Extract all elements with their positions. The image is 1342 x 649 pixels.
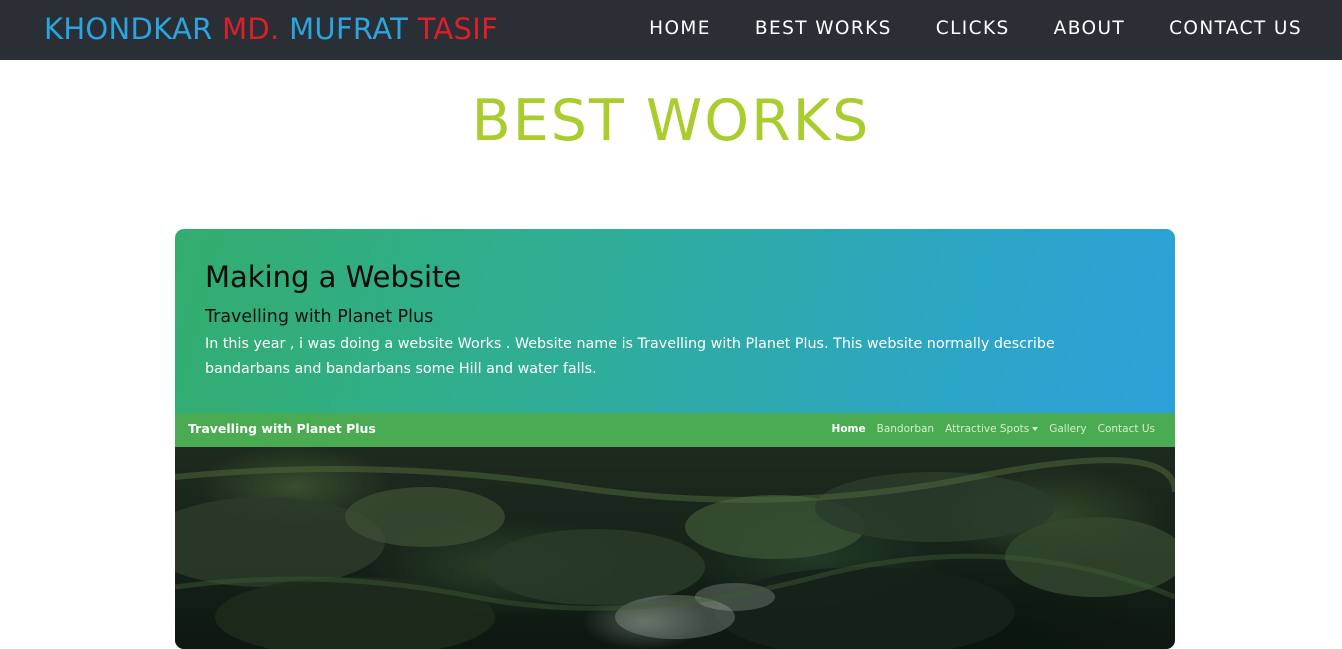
preview-nav-bandorban: Bandorban [876, 423, 935, 435]
work-card: Making a Website Travelling with Planet … [175, 229, 1175, 649]
top-navbar: KHONDKAR MD. MUFRAT TASIF HOME BEST WORK… [0, 0, 1342, 60]
brand-name-part-3: MUFRAT [289, 12, 418, 46]
preview-navbar: Travelling with Planet Plus Home Bandorb… [175, 413, 1175, 447]
card-description: In this year , i was doing a website Wor… [205, 336, 1055, 377]
preview-nav-home: Home [831, 423, 866, 435]
brand-name-part-1: KHONDKAR [44, 12, 223, 46]
brand-name-part-4: TASIF [417, 12, 499, 46]
preview-nav-attractive-spots: Attractive Spots [945, 422, 1039, 436]
card-title: Making a Website [205, 260, 462, 294]
main-nav: HOME BEST WORKS CLICKS ABOUT CONTACT US [649, 17, 1302, 41]
preview-nav-attractive-spots-label: Attractive Spots [945, 423, 1030, 435]
nav-link-home[interactable]: HOME [649, 17, 711, 41]
nav-link-about[interactable]: ABOUT [1054, 17, 1125, 41]
preview-nav: Home Bandorban Attractive Spots Gallery … [832, 422, 1155, 436]
card-subtitle: Travelling with Planet Plus [205, 307, 434, 327]
nav-link-best-works[interactable]: BEST WORKS [755, 17, 892, 41]
nav-link-clicks[interactable]: CLICKS [936, 17, 1010, 41]
caret-down-icon [1032, 427, 1039, 431]
nav-link-contact-us[interactable]: CONTACT US [1169, 17, 1302, 41]
brand-logo-link[interactable]: KHONDKAR MD. MUFRAT TASIF [44, 12, 498, 46]
website-preview-image: Travelling with Planet Plus Home Bandorb… [175, 413, 1175, 649]
preview-brand: Travelling with Planet Plus [188, 421, 376, 436]
page-title: BEST WORKS [471, 88, 871, 154]
preview-nav-gallery: Gallery [1049, 423, 1087, 435]
brand-name-part-2: MD. [222, 12, 290, 46]
preview-nav-contact-us: Contact Us [1097, 423, 1155, 435]
